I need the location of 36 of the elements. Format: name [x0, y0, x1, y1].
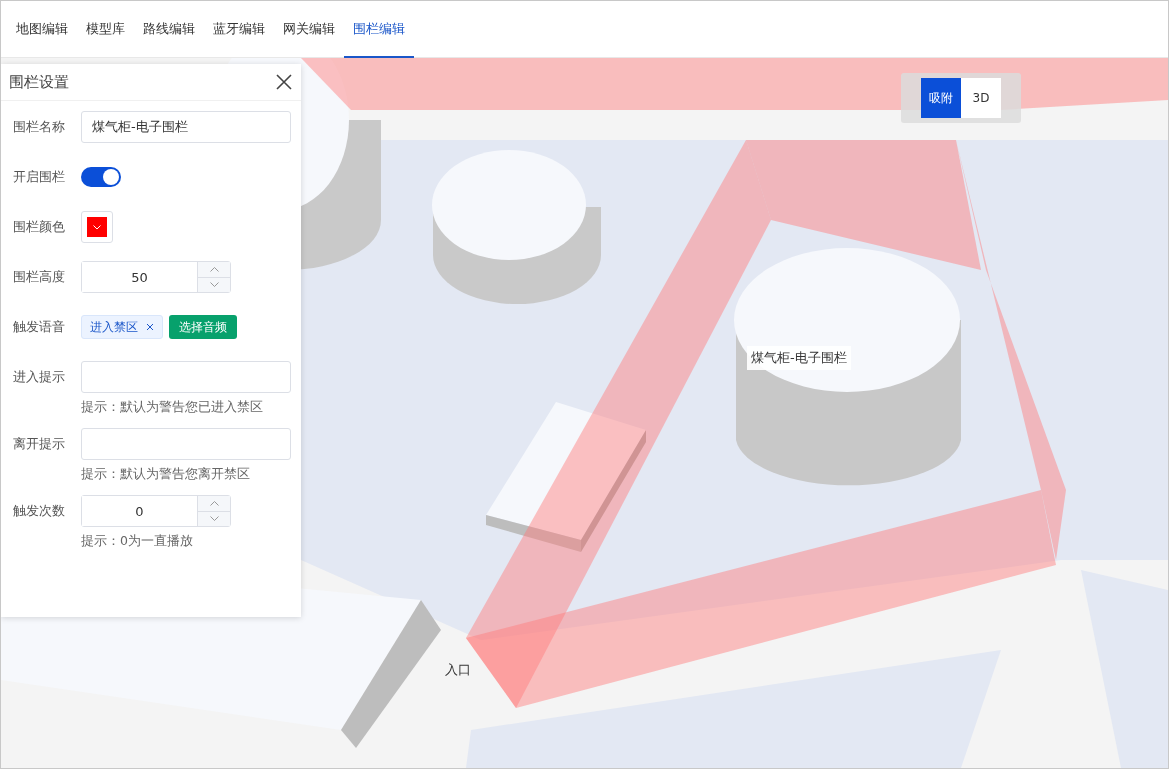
nav-tab[interactable]: 路线编辑 — [134, 1, 204, 58]
field-label: 触发语音 — [13, 318, 66, 336]
panel-title: 围栏设置 — [9, 72, 69, 92]
nav-tab[interactable]: 蓝牙编辑 — [204, 1, 274, 58]
mode-button[interactable]: 吸附 — [921, 78, 961, 118]
nav-tab[interactable]: 模型库 — [77, 1, 134, 58]
hint-text: 提示：默认为警告您已进入禁区 — [81, 399, 264, 416]
field-label: 离开提示 — [13, 435, 66, 453]
field-label: 围栏高度 — [13, 268, 66, 286]
chevron-down-icon — [209, 282, 219, 288]
field-label: 触发次数 — [13, 502, 66, 520]
close-icon[interactable] — [146, 323, 154, 331]
hint-text: 提示：默认为警告您离开禁区 — [81, 466, 251, 483]
nav-tab[interactable]: 地图编辑 — [7, 1, 77, 58]
number-field[interactable]: 0 — [81, 495, 231, 527]
tag-label: 进入禁区 — [90, 318, 138, 336]
chevron-up-icon — [209, 266, 219, 272]
caret-icon — [93, 224, 101, 230]
number-field[interactable]: 50 — [81, 261, 231, 293]
chevron-up-icon — [209, 500, 219, 506]
nav-tab[interactable]: 网关编辑 — [274, 1, 344, 58]
field-label: 进入提示 — [13, 368, 66, 386]
field-label: 围栏颜色 — [13, 218, 66, 236]
text-field[interactable] — [81, 428, 291, 460]
map-label: 入口 — [444, 661, 472, 679]
text-field[interactable]: 煤气柜-电子围栏 — [81, 111, 291, 143]
color-picker[interactable] — [81, 211, 113, 243]
text-field[interactable] — [81, 361, 291, 393]
toggle-switch[interactable] — [81, 167, 121, 187]
mode-button[interactable]: 3D — [961, 78, 1001, 118]
chevron-down-icon — [209, 516, 219, 522]
field-label: 开启围栏 — [13, 168, 66, 186]
field-label: 围栏名称 — [13, 118, 66, 136]
close-button[interactable] — [275, 73, 293, 91]
hint-text: 提示：0为一直播放 — [81, 533, 194, 550]
map-label: 煤气柜-电子围栏 — [747, 346, 851, 370]
